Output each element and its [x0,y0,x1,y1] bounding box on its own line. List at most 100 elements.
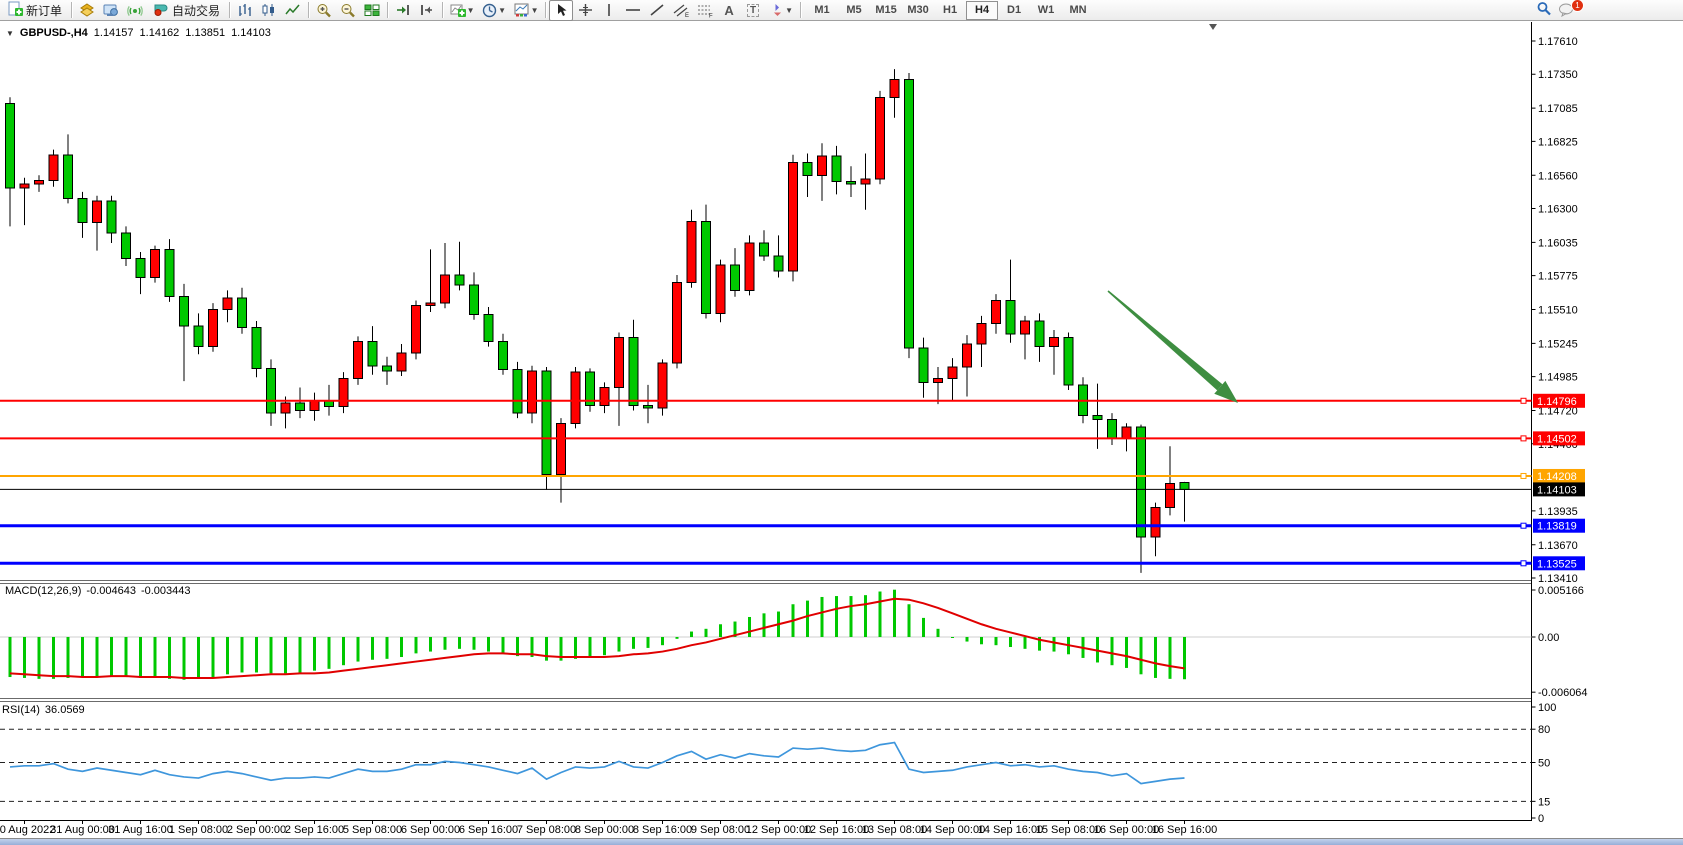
candle-body [861,179,870,184]
time-tick-label: 16 Sep 16:00 [1152,824,1217,836]
candle-body [1108,419,1117,438]
candle-body [1035,321,1044,347]
candle-body [977,324,986,344]
macd-histogram-bar [719,624,722,637]
macd-histogram-bar [444,637,447,650]
macd-histogram-bar [270,637,273,673]
chart-canvas[interactable]: 1.176101.173501.170851.168251.165601.163… [0,0,1683,845]
candle-body [948,367,957,379]
time-tick-label: 13 Sep 08:00 [862,824,927,836]
time-tick-label: 12 Sep 16:00 [804,824,869,836]
level-line-handle[interactable] [1521,523,1526,528]
price-tick-label: 1.13670 [1538,540,1578,552]
candle-body [426,303,435,306]
macd-histogram-bar [226,637,229,674]
candle-body [484,315,493,342]
price-tick-label: 1.13410 [1538,573,1578,585]
price-level-badge-label: 1.14103 [1537,484,1577,496]
macd-histogram-bar [415,637,418,653]
macd-histogram-bar [328,637,331,669]
time-tick-label: 16 Sep 00:00 [1094,824,1159,836]
time-tick-label: 1 Sep 08:00 [169,824,228,836]
macd-histogram-bar [154,637,157,678]
level-line-handle[interactable] [1521,398,1526,403]
macd-histogram-bar [966,637,969,642]
macd-histogram-bar [951,637,954,638]
macd-histogram-bar [1183,637,1186,679]
macd-histogram-bar [1169,637,1172,679]
price-tick-label: 1.16035 [1538,237,1578,249]
macd-histogram-bar [908,604,911,637]
macd-histogram-bar [197,637,200,679]
level-line-handle[interactable] [1521,561,1526,566]
price-level-badge-label: 1.14502 [1537,433,1577,445]
candle-body [354,341,363,378]
price-tick-label: 1.17350 [1538,69,1578,81]
candle-body [194,326,203,346]
macd-histogram-bar [96,637,99,676]
macd-histogram-bar [241,637,244,672]
price-tick-label: 1.13935 [1538,506,1578,518]
rsi-tick-label: 15 [1538,796,1550,808]
candle-body [702,221,711,313]
candle-body [1064,338,1073,385]
candle-body [673,283,682,364]
macd-tick-label: -0.006064 [1538,687,1588,699]
macd-histogram-bar [1111,637,1114,665]
macd-histogram-bar [1053,637,1056,652]
macd-histogram-bar [618,637,621,652]
candle-body [847,182,856,185]
price-tick-label: 1.17610 [1538,36,1578,48]
candle-body [934,379,943,383]
candle-body [136,258,145,277]
macd-histogram-bar [183,637,186,680]
candle-body [310,400,319,410]
level-line-handle[interactable] [1521,436,1526,441]
macd-tick-label: 0.005166 [1538,585,1584,597]
candle-body [832,156,841,182]
chart-shift-marker[interactable] [1209,24,1217,30]
candle-body [818,156,827,175]
rsi-tick-label: 0 [1538,813,1544,825]
candle-body [35,180,44,184]
time-tick-label: 5 Sep 08:00 [343,824,402,836]
macd-histogram-bar [1125,637,1128,668]
time-tick-label: 14 Sep 16:00 [978,824,1043,836]
candle-body [919,348,928,383]
time-tick-label: 8 Sep 00:00 [575,824,634,836]
candle-body [209,310,218,347]
candle-body [441,275,450,303]
macd-histogram-bar [995,637,998,645]
macd-histogram-bar [313,637,316,671]
macd-histogram-bar [589,637,592,657]
macd-histogram-bar [52,637,55,679]
candle-body [1021,321,1030,334]
candle-body [1166,483,1175,507]
candle-body [165,249,174,296]
candle-body [557,423,566,474]
macd-histogram-bar [38,637,41,679]
rsi-tick-label: 50 [1538,758,1550,770]
price-tick-label: 1.16300 [1538,203,1578,215]
candle-body [687,221,696,282]
rsi-line [10,743,1185,784]
price-tick-label: 1.17085 [1538,103,1578,115]
candle-body [470,285,479,314]
macd-histogram-bar [299,637,302,672]
time-tick-label: 31 Aug 16:00 [108,824,173,836]
macd-histogram-bar [705,629,708,637]
candle-body [876,97,885,179]
time-tick-label: 6 Sep 00:00 [401,824,460,836]
macd-histogram-bar [81,637,84,677]
rsi-tick-label: 100 [1538,702,1556,714]
level-line-handle[interactable] [1521,473,1526,478]
macd-histogram-bar [647,637,650,648]
candle-body [252,327,261,368]
price-tick-label: 1.16825 [1538,136,1578,148]
macd-histogram-bar [1009,637,1012,647]
candle-body [716,265,725,314]
macd-histogram-bar [371,637,374,660]
macd-histogram-bar [458,637,461,649]
trend-arrow-shaft[interactable] [1107,290,1222,390]
candle-body [368,341,377,365]
